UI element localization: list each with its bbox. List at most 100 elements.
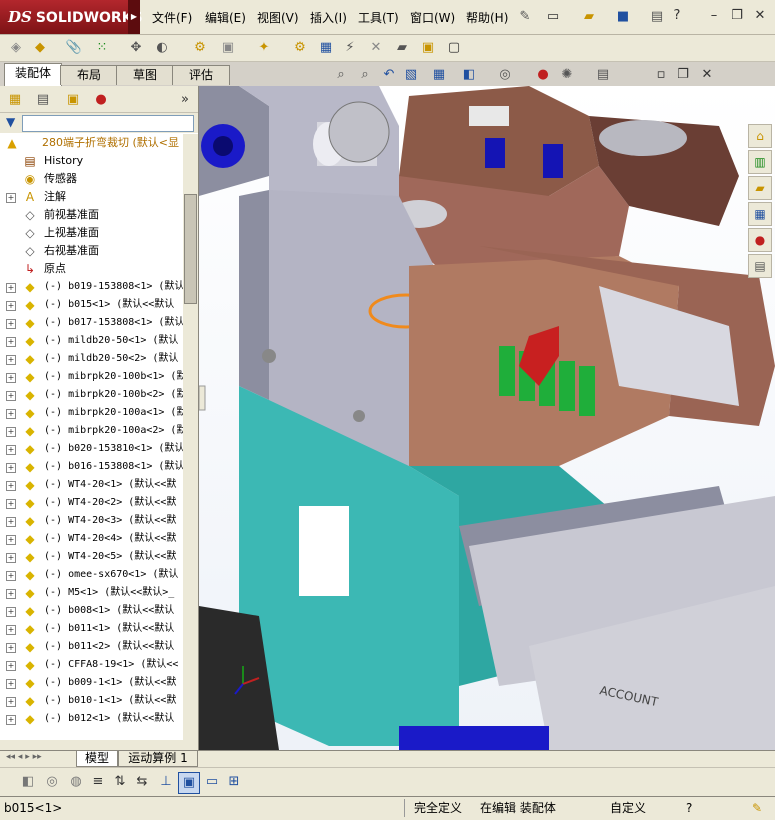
tree-root-assembly[interactable]: ▲ 280端子折弯裁切 (默认<显 bbox=[0, 134, 183, 152]
take-snapshot-icon[interactable]: ▣ bbox=[418, 38, 438, 58]
view-orientation-icon[interactable]: ▦ bbox=[430, 66, 448, 84]
close-button[interactable]: ✕ bbox=[751, 7, 769, 25]
tree-component-item[interactable]: + ◆ (-) CFFA8-19<1> (默认<< bbox=[0, 656, 183, 674]
shaded-view-icon[interactable]: ▣ bbox=[178, 772, 200, 794]
expand-toggle-icon[interactable]: + bbox=[6, 643, 16, 653]
viewport-minimize-icon[interactable]: ▫ bbox=[652, 66, 670, 84]
menu-view[interactable]: 视图(V) bbox=[257, 9, 299, 26]
baseline-icon[interactable]: ⊥ bbox=[156, 772, 176, 792]
tree-component-item[interactable]: + ◆ (-) b011<2> (默认<<默认 bbox=[0, 638, 183, 656]
expand-toggle-icon[interactable]: + bbox=[6, 535, 16, 545]
tree-component-item[interactable]: + ◆ (-) WT4-20<5> (默认<<默 bbox=[0, 548, 183, 566]
save-icon[interactable]: ■ bbox=[614, 8, 632, 26]
display-style-icon[interactable]: ◧ bbox=[460, 66, 478, 84]
tab-motion-study[interactable]: 运动算例 1 bbox=[118, 751, 198, 767]
panel-expand-chevron-icon[interactable]: » bbox=[174, 90, 196, 110]
expand-toggle-icon[interactable]: + bbox=[6, 283, 16, 293]
expand-toggle-icon[interactable]: + bbox=[6, 427, 16, 437]
tree-component-item[interactable]: + ◆ (-) mildb20-50<1> (默认 bbox=[0, 332, 183, 350]
section-view-icon[interactable]: ▧ bbox=[402, 66, 420, 84]
expand-toggle-icon[interactable]: + bbox=[6, 373, 16, 383]
feature-filter-input[interactable] bbox=[22, 115, 194, 132]
instant3d-icon[interactable]: ✕ bbox=[366, 38, 386, 58]
tree-horizontal-scrollbar[interactable] bbox=[0, 740, 198, 750]
split-horizontal-icon[interactable]: ⇆ bbox=[132, 772, 152, 792]
expand-toggle-icon[interactable]: + bbox=[6, 571, 16, 581]
expand-toggle-icon[interactable]: + bbox=[6, 589, 16, 599]
tree-component-item[interactable]: + ◆ (-) b012<1> (默认<<默认 bbox=[0, 710, 183, 728]
tree-component-item[interactable]: + ◆ (-) b011<1> (默认<<默认 bbox=[0, 620, 183, 638]
resources-icon[interactable]: ⌂ bbox=[748, 124, 772, 148]
open-folder-icon[interactable]: ▰ bbox=[580, 8, 598, 26]
viewport-close-icon[interactable]: ✕ bbox=[698, 66, 716, 84]
tree-component-item[interactable]: + ◆ (-) omee-sx670<1> (默认 bbox=[0, 566, 183, 584]
tree-component-item[interactable]: + ◆ (-) b010-1<1> (默认<<默 bbox=[0, 692, 183, 710]
design-library-icon[interactable]: ▥ bbox=[748, 150, 772, 174]
tree-component-item[interactable]: + ◆ (-) WT4-20<2> (默认<<默 bbox=[0, 494, 183, 512]
menu-file[interactable]: 文件(F) bbox=[152, 9, 192, 26]
restore-button[interactable]: ❐ bbox=[728, 7, 746, 25]
zoom-to-area-icon[interactable]: ⌕ bbox=[356, 66, 374, 84]
tree-component-item[interactable]: + ◆ (-) WT4-20<4> (默认<<默 bbox=[0, 530, 183, 548]
display-manager-tab-icon[interactable]: ● bbox=[90, 90, 112, 110]
zoom-to-fit-icon[interactable]: ⌕ bbox=[332, 66, 350, 84]
tree-component-item[interactable]: + ◆ (-) mildb20-50<2> (默认 bbox=[0, 350, 183, 368]
split-vertical-icon[interactable]: ⇅ bbox=[110, 772, 130, 792]
exploded-view-icon[interactable]: ▦ bbox=[316, 38, 336, 58]
tree-feature-item[interactable]: ↳ 原点 bbox=[0, 260, 183, 278]
expand-toggle-icon[interactable]: + bbox=[6, 337, 16, 347]
pushpin-icon[interactable]: ✎ bbox=[516, 8, 534, 26]
expand-toggle-icon[interactable]: + bbox=[6, 193, 16, 203]
tree-component-item[interactable]: + ◆ (-) b020-153810<1> (默认 bbox=[0, 440, 183, 458]
edit-component-icon[interactable]: ◧ bbox=[18, 772, 38, 792]
linear-pattern-icon[interactable]: ⁙ bbox=[92, 38, 112, 58]
tree-feature-item[interactable]: ◇ 前视基准面 bbox=[0, 206, 183, 224]
expand-toggle-icon[interactable]: + bbox=[6, 301, 16, 311]
help-button[interactable]: ? bbox=[668, 7, 686, 25]
expand-toggle-icon[interactable]: + bbox=[6, 625, 16, 635]
tab-layout[interactable]: 布局 bbox=[60, 65, 118, 85]
menu-insert[interactable]: 插入(I) bbox=[310, 9, 347, 26]
scrollbar-thumb[interactable] bbox=[184, 194, 197, 304]
sketch-icon[interactable]: ◎ bbox=[42, 772, 62, 792]
status-help[interactable]: ? bbox=[686, 799, 692, 817]
tab-evaluate[interactable]: 评估 bbox=[172, 65, 230, 85]
large-assembly-mode-icon[interactable]: ▢ bbox=[444, 38, 464, 58]
tab-assembly[interactable]: 装配体 bbox=[4, 63, 62, 86]
align-icon[interactable]: ≡ bbox=[88, 772, 108, 792]
tree-component-item[interactable]: + ◆ (-) b008<1> (默认<<默认 bbox=[0, 602, 183, 620]
reference-geometry-icon[interactable]: ▣ bbox=[218, 38, 238, 58]
bill-of-materials-icon[interactable]: ⚙ bbox=[290, 38, 310, 58]
tab-sketch[interactable]: 草图 bbox=[116, 65, 174, 85]
expand-toggle-icon[interactable]: + bbox=[6, 319, 16, 329]
insert-component-icon[interactable]: ◈ bbox=[6, 38, 26, 58]
tree-component-item[interactable]: + ◆ (-) b015<1> (默认<<默认 bbox=[0, 296, 183, 314]
tree-component-item[interactable]: + ◆ (-) M5<1> (默认<<默认>_ bbox=[0, 584, 183, 602]
expand-toggle-icon[interactable]: + bbox=[6, 697, 16, 707]
single-view-icon[interactable]: ▭ bbox=[202, 772, 222, 792]
file-explorer-icon[interactable]: ▰ bbox=[748, 176, 772, 200]
tree-component-item[interactable]: + ◆ (-) WT4-20<1> (默认<<默 bbox=[0, 476, 183, 494]
status-units-custom[interactable]: 自定义 bbox=[610, 799, 646, 817]
four-view-icon[interactable]: ⊞ bbox=[224, 772, 244, 792]
expand-toggle-icon[interactable]: + bbox=[6, 607, 16, 617]
tab-model[interactable]: 模型 bbox=[76, 751, 118, 767]
graphics-area[interactable]: ACCOUNT bbox=[199, 86, 775, 750]
expand-toggle-icon[interactable]: + bbox=[6, 517, 16, 527]
assembly-features-icon[interactable]: ⚙ bbox=[190, 38, 210, 58]
move-component-icon[interactable]: ✥ bbox=[126, 38, 146, 58]
new-part-icon[interactable]: ◆ bbox=[30, 38, 50, 58]
expand-toggle-icon[interactable]: + bbox=[6, 553, 16, 563]
tree-feature-item[interactable]: + A 注解 bbox=[0, 188, 183, 206]
expand-toggle-icon[interactable]: + bbox=[6, 391, 16, 401]
property-manager-tab-icon[interactable]: ▤ bbox=[32, 90, 54, 110]
explode-line-icon[interactable]: ⚡ bbox=[340, 38, 360, 58]
new-motion-study-icon[interactable]: ✦ bbox=[254, 38, 274, 58]
tab-scroll-arrows-icon[interactable]: ◂◂ ◂ ▸ ▸▸ bbox=[6, 752, 42, 762]
tree-component-item[interactable]: + ◆ (-) mibrpk20-100a<1> (默 bbox=[0, 404, 183, 422]
smart-dimension-icon[interactable]: ◍ bbox=[66, 772, 86, 792]
expand-toggle-icon[interactable]: + bbox=[6, 355, 16, 365]
filter-icon[interactable]: ▼ bbox=[6, 115, 15, 129]
feature-manager-tab-icon[interactable]: ▦ bbox=[4, 90, 26, 110]
mate-icon[interactable]: 📎 bbox=[64, 38, 84, 58]
